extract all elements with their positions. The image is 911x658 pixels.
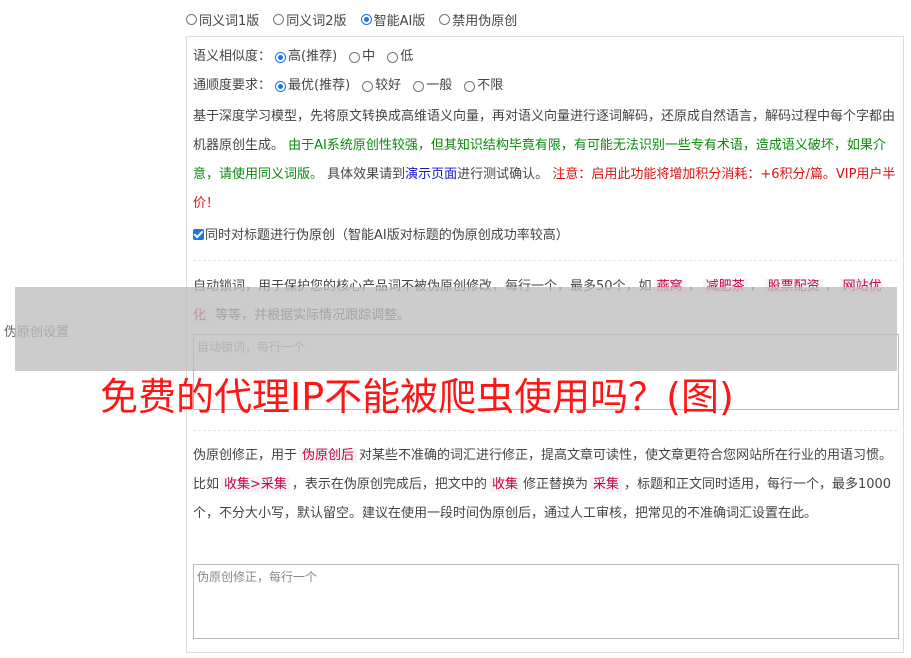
title-rewrite-checkbox[interactable]: 同时对标题进行伪原创（智能AI版对标题的伪原创成功率较高） — [193, 228, 569, 243]
ai-description: 基于深度学习模型，先将原文转换成高维语义向量，再对语义向量进行逐词解码，还原成自… — [193, 102, 897, 218]
divider — [193, 260, 897, 261]
option-label: 中 — [362, 49, 376, 64]
option-label: 最优(推荐) — [288, 78, 351, 93]
fluency-option-unlimited[interactable]: 不限 — [464, 71, 503, 101]
similarity-option-high[interactable]: 高(推荐) — [275, 42, 337, 72]
example-tag: 收集 — [488, 477, 521, 492]
version-option-label: 同义词2版 — [286, 14, 347, 29]
version-option-label: 禁用伪原创 — [452, 14, 518, 29]
radio-fluency-normal[interactable] — [413, 80, 425, 92]
lock-words-description: 自动锁词，用于保护您的核心产品词不被伪原创修改，每行一个，最多50个，如 燕窝，减… — [193, 279, 882, 323]
divider — [193, 430, 897, 431]
correction-desc-text: ，表示在伪原创完成后，把文中的 — [291, 477, 487, 492]
option-label: 一般 — [426, 78, 453, 93]
radio-similarity-high[interactable] — [275, 51, 287, 63]
title-option-row: 同时对标题进行伪原创（智能AI版对标题的伪原创成功率较高） — [193, 221, 897, 251]
radio-disable[interactable] — [439, 14, 451, 25]
radio-ai[interactable] — [360, 14, 372, 25]
fluency-option-normal[interactable]: 一般 — [413, 71, 452, 101]
example-tag: 减肥茶 — [702, 279, 748, 294]
correction-input[interactable] — [193, 564, 899, 639]
radio-fluency-best[interactable] — [275, 80, 287, 92]
similarity-row: 语义相似度： 高(推荐) 中 低 — [193, 42, 897, 72]
settings-label: 伪原创设置 — [4, 325, 70, 340]
example-tag: 股票配资 — [764, 279, 823, 294]
similarity-label: 语义相似度： — [193, 49, 272, 64]
radio-similarity-low[interactable] — [387, 51, 399, 63]
radio-fluency-good[interactable] — [362, 80, 374, 92]
version-radio-group: 同义词1版 同义词2版 智能AI版 禁用伪原创 — [186, 10, 517, 29]
radio-synonym2[interactable] — [273, 14, 285, 25]
fluency-option-good[interactable]: 较好 — [362, 71, 401, 101]
option-label: 高(推荐) — [288, 49, 338, 64]
radio-fluency-unlimited[interactable] — [464, 80, 476, 92]
title-checkbox-label: 同时对标题进行伪原创（智能AI版对标题的伪原创成功率较高） — [205, 228, 569, 243]
fluency-label: 通顺度要求： — [193, 78, 272, 93]
correction-desc-text: 修正替换为 — [522, 477, 588, 492]
correction-desc-text: 伪原创修正，用于 — [193, 448, 298, 463]
version-option-disable[interactable]: 禁用伪原创 — [439, 10, 517, 29]
radio-synonym1[interactable] — [186, 14, 197, 25]
settings-panel: 语义相似度： 高(推荐) 中 低 通顺度要求： 最优(推荐) 较好 一般 不限 … — [186, 36, 904, 653]
correction-description: 伪原创修正，用于 伪原创后 对某些不准确的词汇进行修正，提高文章可读性，使文章更符合… — [193, 441, 897, 528]
option-label: 低 — [400, 49, 414, 64]
version-option-label: 同义词1版 — [199, 14, 260, 29]
radio-similarity-medium[interactable] — [349, 51, 361, 63]
example-tag: 收集>采集 — [221, 477, 290, 492]
similarity-option-medium[interactable]: 中 — [349, 42, 375, 72]
version-option-label: 智能AI版 — [373, 14, 426, 29]
example-tag: 采集 — [589, 477, 622, 492]
similarity-option-low[interactable]: 低 — [387, 42, 413, 72]
example-tag: 伪原创后 — [299, 448, 358, 463]
fluency-option-best[interactable]: 最优(推荐) — [275, 71, 350, 101]
ai-desc-text-2: 具体效果请到 — [323, 167, 406, 182]
version-option-ai[interactable]: 智能AI版 — [360, 10, 426, 29]
checkbox-checked-icon[interactable] — [193, 229, 204, 240]
version-option-synonym2[interactable]: 同义词2版 — [273, 10, 347, 29]
demo-page-link[interactable]: 演示页面 — [405, 167, 457, 182]
version-option-synonym1[interactable]: 同义词1版 — [186, 10, 259, 29]
example-tag: 燕窝 — [653, 279, 686, 294]
ai-desc-text-3: 进行测试确认。 — [457, 167, 553, 182]
lock-desc-text: 自动锁词，用于保护您的核心产品词不被伪原创修改，每行一个，最多50个，如 — [193, 279, 652, 294]
lock-words-input[interactable] — [193, 334, 899, 410]
option-label: 不限 — [477, 78, 504, 93]
option-label: 较好 — [375, 78, 402, 93]
lock-desc-text-2: 等等，并根据实际情况跟踪调整。 — [215, 308, 411, 323]
fluency-row: 通顺度要求： 最优(推荐) 较好 一般 不限 — [193, 71, 897, 101]
